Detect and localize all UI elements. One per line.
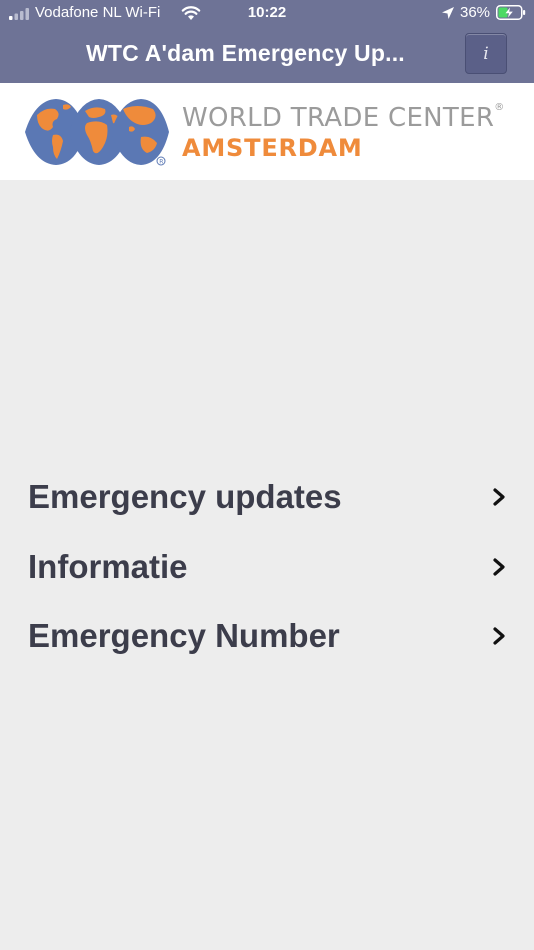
- battery-percent: 36%: [460, 4, 491, 21]
- status-bar: Vodafone NL Wi-Fi 10:22 36%: [0, 0, 534, 28]
- info-button[interactable]: i: [465, 33, 507, 74]
- menu-item-emergency-updates[interactable]: Emergency updates: [0, 467, 534, 527]
- page-title: WTC A'dam Emergency Up...: [86, 40, 405, 66]
- location-arrow-icon: [442, 7, 454, 19]
- chevron-right-icon: [493, 627, 505, 645]
- battery-charging-icon: [496, 5, 526, 20]
- svg-text:R: R: [159, 158, 163, 165]
- menu-item-label: Emergency updates: [28, 478, 342, 515]
- logo-banner: R WORLD TRADE CENTER® AMSTERDAM: [0, 83, 534, 180]
- logo-wordmark-text: WORLD TRADE CENTER: [182, 103, 495, 133]
- menu-item-label: Emergency Number: [28, 617, 340, 654]
- chevron-right-icon: [493, 488, 505, 506]
- menu-item-label: Informatie: [28, 548, 188, 585]
- logo-wordmark-line1: WORLD TRADE CENTER®: [182, 102, 505, 133]
- chevron-right-icon: [493, 558, 505, 576]
- menu-item-informatie[interactable]: Informatie: [0, 537, 534, 597]
- wtc-globe-logo-icon: R: [25, 99, 169, 166]
- menu-item-emergency-number[interactable]: Emergency Number: [0, 606, 534, 666]
- logo-wordmark-line2: AMSTERDAM: [182, 134, 363, 162]
- registered-mark: ®: [494, 102, 505, 113]
- top-bar: Vodafone NL Wi-Fi 10:22 36% WTC A'dam Em…: [0, 0, 534, 83]
